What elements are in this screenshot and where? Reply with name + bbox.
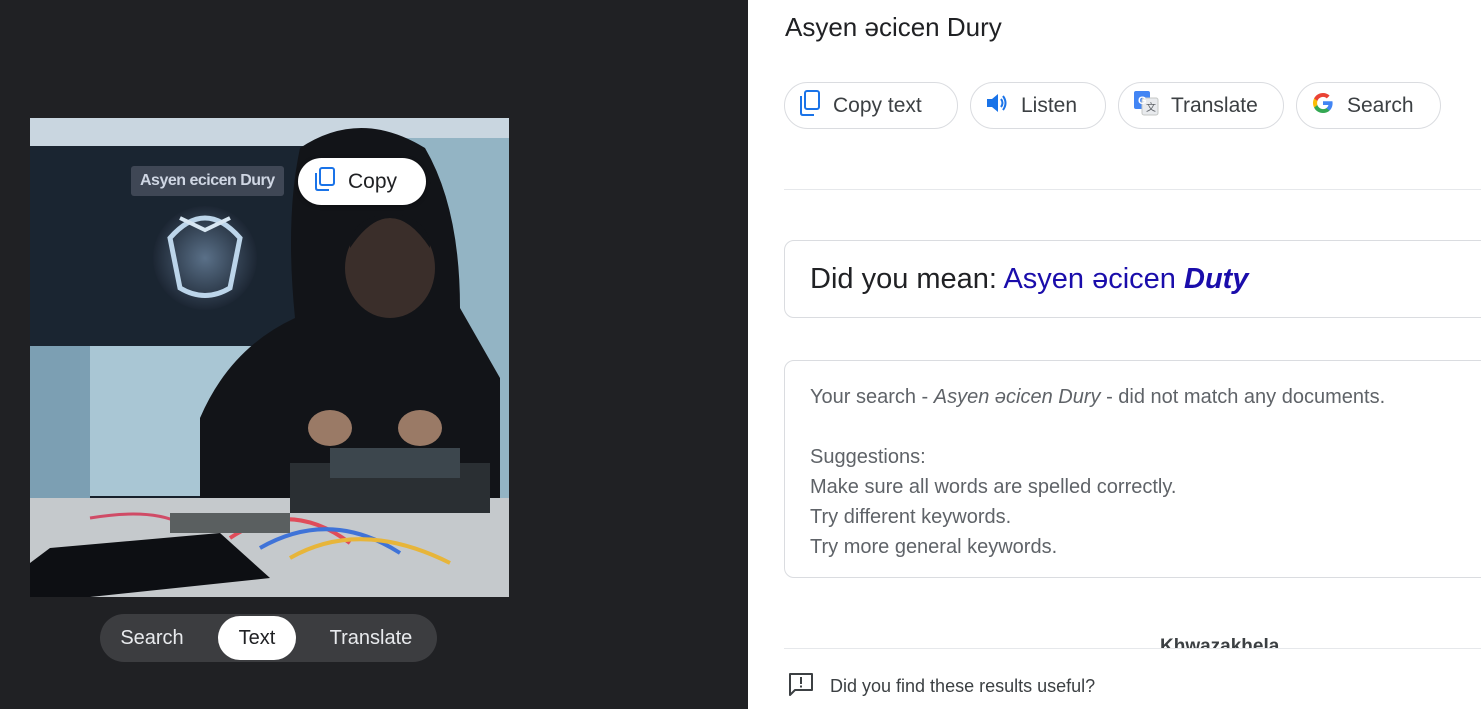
- image-viewer-panel: Asyen ecicen Dury Copy Search Text Trans…: [0, 0, 748, 709]
- ocr-text-highlight[interactable]: Asyen ecicen Dury: [131, 166, 284, 196]
- no-results-card: Your search - Asyen əcicen Dury - did no…: [784, 360, 1481, 578]
- copy-bubble-label: Copy: [348, 169, 398, 193]
- did-you-mean-link[interactable]: Asyen əcicen: [1003, 263, 1184, 295]
- divider: [784, 189, 1481, 190]
- search-label: Search: [1347, 93, 1414, 117]
- tab-text[interactable]: Text: [218, 616, 296, 660]
- tab-search[interactable]: Search: [100, 614, 204, 662]
- divider: [784, 648, 1481, 649]
- clipped-result: Khwazakhela: [784, 636, 1481, 648]
- listen-button[interactable]: Listen: [970, 82, 1106, 129]
- suggestion-item: Try different keywords.: [810, 506, 1012, 528]
- clipped-result-title[interactable]: Khwazakhela: [1160, 636, 1279, 648]
- copy-icon: [314, 166, 336, 197]
- google-translate-icon: G 文: [1133, 90, 1159, 122]
- listen-label: Listen: [1021, 93, 1078, 117]
- suggestion-item: Try more general keywords.: [810, 536, 1058, 558]
- copy-icon: [799, 89, 821, 122]
- tab-translate[interactable]: Translate: [312, 614, 430, 662]
- svg-text:文: 文: [1146, 101, 1156, 114]
- suggestion-item: Make sure all words are spelled correctl…: [810, 476, 1177, 498]
- speaker-icon: [985, 92, 1009, 120]
- did-you-mean-correction[interactable]: Duty: [1184, 263, 1248, 295]
- suggestions-heading: Suggestions:: [810, 446, 926, 468]
- copy-text-label: Copy text: [833, 93, 922, 117]
- no-results-prefix: Your search -: [810, 386, 934, 408]
- translate-button[interactable]: G 文 Translate: [1118, 82, 1284, 129]
- copy-bubble-button[interactable]: Copy: [298, 158, 426, 205]
- feedback-prompt: Did you find these results useful?: [830, 676, 1096, 696]
- did-you-mean-prefix: Did you mean:: [810, 263, 1004, 295]
- search-button[interactable]: Search: [1296, 82, 1441, 129]
- no-results-query: Asyen əcicen Dury: [933, 386, 1101, 408]
- results-panel: Asyen əcicen Dury Copy text Listen G 文 T…: [748, 0, 1481, 709]
- mode-switcher: Search Text Translate: [100, 614, 437, 662]
- page-title: Asyen əcicen Dury: [785, 12, 1002, 42]
- translate-label: Translate: [1171, 93, 1258, 117]
- no-results-message: Your search - Asyen əcicen Dury - did no…: [810, 382, 1478, 412]
- copy-text-button[interactable]: Copy text: [784, 82, 958, 129]
- google-g-icon: [1311, 91, 1335, 121]
- feedback-icon: [788, 672, 814, 701]
- feedback-row[interactable]: Did you find these results useful?: [788, 672, 1095, 701]
- did-you-mean-card: Did you mean: Asyen əcicen Duty: [784, 240, 1481, 318]
- no-results-suffix: - did not match any documents.: [1100, 386, 1386, 408]
